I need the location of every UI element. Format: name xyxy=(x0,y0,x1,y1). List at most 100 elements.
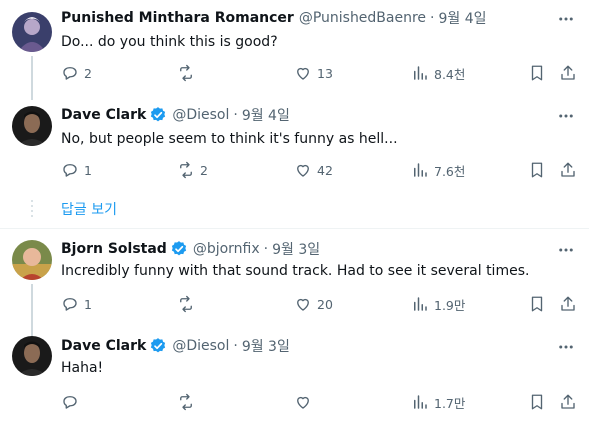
more-icon[interactable] xyxy=(557,10,575,28)
views-button[interactable]: 8.4천 xyxy=(411,63,465,83)
views-button[interactable]: 1.9만 xyxy=(411,294,465,314)
avatar[interactable] xyxy=(12,240,52,280)
views-count: 8.4천 xyxy=(434,66,466,82)
avatar[interactable] xyxy=(12,106,52,146)
reply-icon xyxy=(63,67,77,80)
retweet-count: 2 xyxy=(200,162,208,178)
separator-dot: · xyxy=(233,338,238,354)
thread-line xyxy=(31,56,33,100)
retweet-button[interactable]: 2 xyxy=(177,160,208,180)
like-icon xyxy=(297,67,309,80)
views-count: 1.7만 xyxy=(434,395,466,411)
more-icon[interactable] xyxy=(557,107,575,125)
bookmark-button[interactable] xyxy=(528,392,546,412)
share-icon xyxy=(561,394,575,409)
tweet-actions: 2 13 8.4천 xyxy=(61,63,581,83)
thread-line xyxy=(31,284,33,336)
user-handle[interactable]: @PunishedBaenre xyxy=(299,10,426,26)
tweet-actions: 1 2 42 7.6천 xyxy=(61,160,581,180)
display-name[interactable]: Dave Clark xyxy=(61,107,146,123)
tweet-header: Dave Clark @Diesol · 9월 3일 xyxy=(61,336,290,356)
tweet-header: Punished Minthara Romancer @PunishedBaen… xyxy=(61,8,487,28)
display-name[interactable]: Dave Clark xyxy=(61,338,146,354)
views-count: 1.9만 xyxy=(434,297,466,313)
retweet-button[interactable] xyxy=(177,63,200,83)
show-replies-link[interactable]: 답글 보기 xyxy=(61,199,117,219)
views-icon xyxy=(414,297,427,311)
separator-dot: · xyxy=(233,107,238,123)
retweet-button[interactable] xyxy=(177,294,200,314)
avatar[interactable] xyxy=(12,12,52,52)
verified-badge-icon xyxy=(151,338,166,353)
like-count: 13 xyxy=(317,65,333,81)
share-icon xyxy=(561,162,575,177)
reply-count: 2 xyxy=(84,65,92,81)
views-icon xyxy=(414,66,427,80)
like-button[interactable]: 42 xyxy=(294,160,333,180)
bookmark-icon xyxy=(531,65,543,81)
tweet-text: Incredibly funny with that sound track. … xyxy=(61,263,530,279)
share-button[interactable] xyxy=(559,392,577,412)
share-button[interactable] xyxy=(559,294,577,314)
like-count: 42 xyxy=(317,162,333,178)
views-icon xyxy=(414,163,427,177)
bookmark-icon xyxy=(531,296,543,312)
avatar[interactable] xyxy=(12,336,52,376)
tweet-actions: 1 20 1.9만 xyxy=(61,294,581,314)
share-button[interactable] xyxy=(559,160,577,180)
retweet-icon xyxy=(180,161,192,179)
bookmark-icon xyxy=(531,162,543,178)
tweet-text: Haha! xyxy=(61,360,104,376)
tweet-text: Do... do you think this is good? xyxy=(61,34,278,50)
user-handle[interactable]: @Diesol xyxy=(172,107,229,123)
reply-button[interactable]: 1 xyxy=(61,160,92,180)
more-icon[interactable] xyxy=(557,241,575,259)
tweet-actions: 1.7만 xyxy=(61,392,581,412)
thread-dots xyxy=(31,200,33,220)
like-icon xyxy=(297,396,309,409)
like-button[interactable]: 13 xyxy=(294,63,333,83)
timestamp[interactable]: 9월 4일 xyxy=(242,105,290,125)
like-button[interactable]: 20 xyxy=(294,294,333,314)
views-count: 7.6천 xyxy=(434,163,466,179)
reply-icon xyxy=(63,298,77,311)
like-count: 20 xyxy=(317,296,333,312)
user-handle[interactable]: @bjornfix xyxy=(193,241,260,257)
display-name[interactable]: Punished Minthara Romancer xyxy=(61,10,294,26)
reply-icon xyxy=(63,396,77,409)
like-button[interactable] xyxy=(294,392,317,412)
like-icon xyxy=(297,164,309,177)
bookmark-button[interactable] xyxy=(528,63,546,83)
views-button[interactable]: 7.6천 xyxy=(411,160,465,180)
bookmark-button[interactable] xyxy=(528,294,546,314)
share-icon xyxy=(561,296,575,311)
share-button[interactable] xyxy=(559,63,577,83)
separator-dot: · xyxy=(430,10,435,26)
tweet-header: Bjorn Solstad @bjornfix · 9월 3일 xyxy=(61,239,320,259)
reply-button[interactable]: 1 xyxy=(61,294,92,314)
bookmark-button[interactable] xyxy=(528,160,546,180)
views-button[interactable]: 1.7만 xyxy=(411,392,465,412)
reply-icon xyxy=(63,164,77,177)
timestamp[interactable]: 9월 4일 xyxy=(439,8,487,28)
tweet-text: No, but people seem to think it's funny … xyxy=(61,131,398,147)
reply-count: 1 xyxy=(84,162,92,178)
retweet-icon xyxy=(180,64,192,82)
retweet-icon xyxy=(180,295,192,313)
divider xyxy=(0,228,589,229)
verified-badge-icon xyxy=(171,241,186,256)
reply-button[interactable] xyxy=(61,392,84,412)
tweet-header: Dave Clark @Diesol · 9월 4일 xyxy=(61,105,290,125)
bookmark-icon xyxy=(531,394,543,410)
more-icon[interactable] xyxy=(557,338,575,356)
reply-count: 1 xyxy=(84,296,92,312)
user-handle[interactable]: @Diesol xyxy=(172,338,229,354)
timestamp[interactable]: 9월 3일 xyxy=(272,239,320,259)
display-name[interactable]: Bjorn Solstad xyxy=(61,241,167,257)
views-icon xyxy=(414,395,427,409)
reply-button[interactable]: 2 xyxy=(61,63,92,83)
timestamp[interactable]: 9월 3일 xyxy=(242,336,290,356)
separator-dot: · xyxy=(263,241,269,257)
like-icon xyxy=(297,298,309,311)
retweet-button[interactable] xyxy=(177,392,200,412)
